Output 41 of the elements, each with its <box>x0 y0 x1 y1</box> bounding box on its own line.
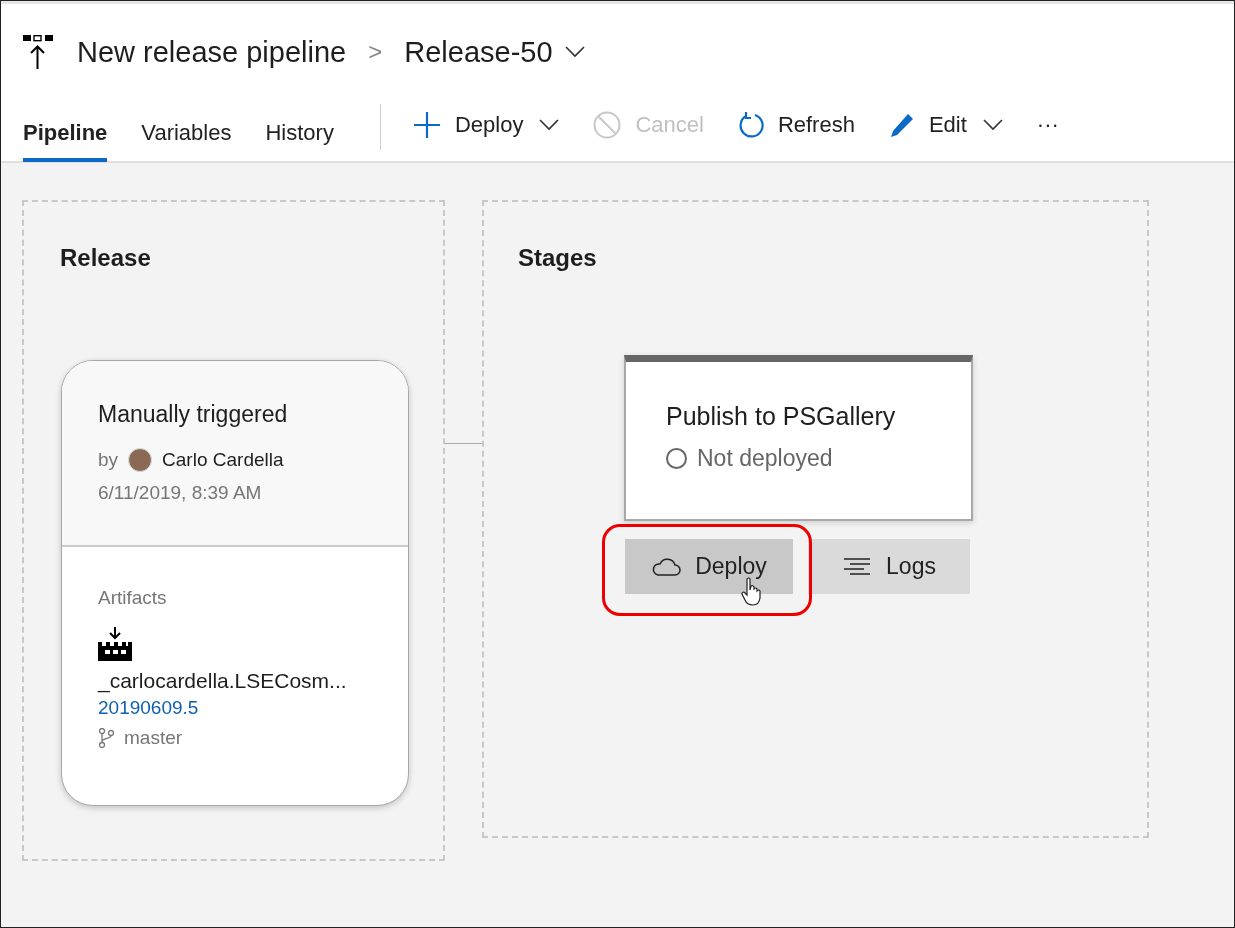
release-card[interactable]: Manually triggered by Carlo Cardella 6/11/2019, 8:39 AM Artifacts _carlocardella.LSECosm... 20190609.5 master <box>61 360 409 806</box>
branch-name: master <box>124 727 183 749</box>
avatar <box>128 448 153 472</box>
cloud-icon <box>651 557 682 576</box>
deploy-button[interactable]: Deploy <box>625 539 793 594</box>
by-label: by <box>98 449 119 471</box>
release-title[interactable]: Release-50 <box>404 35 553 69</box>
edit-button[interactable]: Edit <box>888 100 1003 150</box>
panel-heading: Stages <box>518 244 598 272</box>
branch-icon <box>98 728 114 748</box>
artifacts-label: Artifacts <box>98 587 168 609</box>
breadcrumb-separator: > <box>368 38 383 66</box>
release-pipeline-icon <box>23 35 55 69</box>
chevron-down-icon <box>539 119 560 131</box>
tab[interactable]: History <box>265 104 334 162</box>
refresh-icon <box>737 111 764 139</box>
build-link[interactable]: 20190609.5 <box>98 697 408 719</box>
user-name: Carlo Cardella <box>162 449 284 471</box>
chevron-down-icon <box>982 119 1003 131</box>
stage-card[interactable]: Publish to PSGallery Not deployed <box>624 355 973 521</box>
more-button[interactable]: ··· <box>1036 100 1059 150</box>
status-circle-icon <box>666 448 687 469</box>
logs-button[interactable]: Logs <box>808 539 970 594</box>
artifact-name: _carlocardella.LSECosm... <box>98 669 348 693</box>
tab[interactable]: Pipeline <box>23 104 108 162</box>
chevron-down-icon <box>564 46 585 58</box>
refresh-button[interactable]: Refresh <box>737 100 855 150</box>
cancel-icon <box>593 111 622 139</box>
tab[interactable]: Variables <box>141 104 232 162</box>
trigger-label: Manually triggered <box>98 401 289 428</box>
pencil-icon <box>888 112 915 138</box>
stage-status: Not deployed <box>697 445 833 472</box>
panel-heading: Release <box>60 244 152 272</box>
logs-icon <box>842 557 873 576</box>
artifact-icon <box>98 627 132 661</box>
pipeline-title[interactable]: New release pipeline <box>77 35 347 69</box>
stage-name: Publish to PSGallery <box>666 402 897 431</box>
release-date: 6/11/2019, 8:39 AM <box>98 482 263 504</box>
hand-cursor-icon <box>741 577 763 607</box>
plus-icon <box>412 111 441 139</box>
deploy-button[interactable]: Deploy <box>412 100 560 150</box>
